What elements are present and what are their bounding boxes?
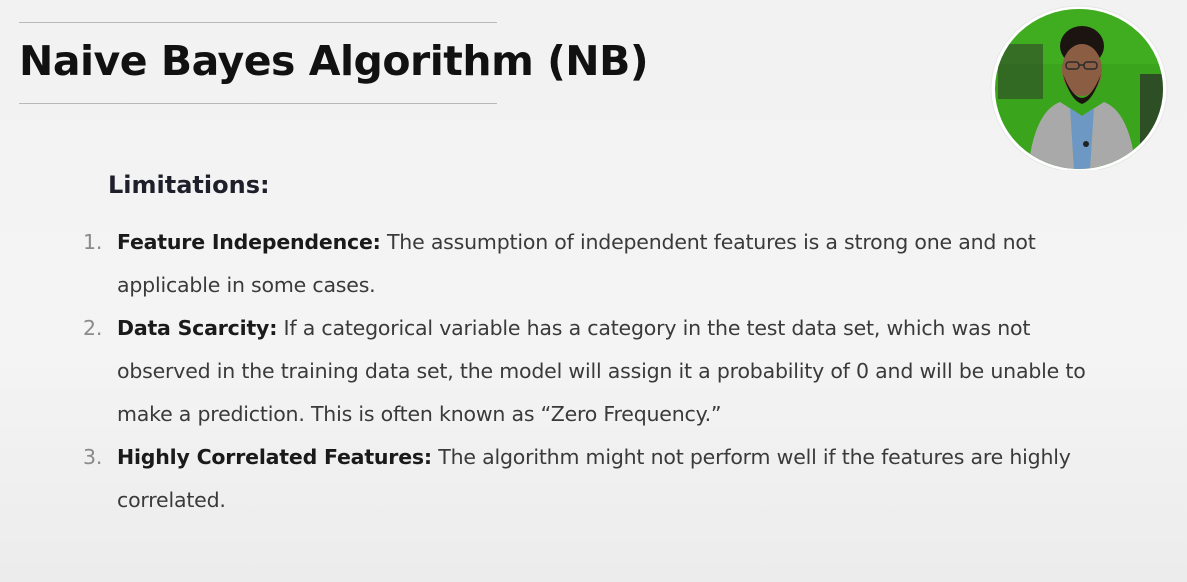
list-item-number: 3. [83, 445, 103, 469]
slide-title: Naive Bayes Algorithm (NB) [19, 37, 649, 85]
section-heading: Limitations: [108, 171, 270, 199]
list-item-term: Data Scarcity: [117, 316, 278, 340]
title-rule-bottom [19, 103, 497, 104]
presenter-webcam-icon [990, 4, 1168, 173]
list-item-term: Highly Correlated Features: [117, 445, 432, 469]
list-item: 3. Highly Correlated Features: The algor… [80, 436, 1110, 522]
list-item: 2. Data Scarcity: If a categorical varia… [80, 307, 1110, 436]
list-item-number: 2. [83, 316, 103, 340]
list-item: 1. Feature Independence: The assumption … [80, 221, 1110, 307]
title-rule-top [19, 22, 497, 23]
list-item-term: Feature Independence: [117, 230, 381, 254]
list-item-number: 1. [83, 230, 103, 254]
slide: Naive Bayes Algorithm (NB) Limitations: … [0, 0, 1187, 582]
limitations-list: 1. Feature Independence: The assumption … [80, 221, 1110, 522]
